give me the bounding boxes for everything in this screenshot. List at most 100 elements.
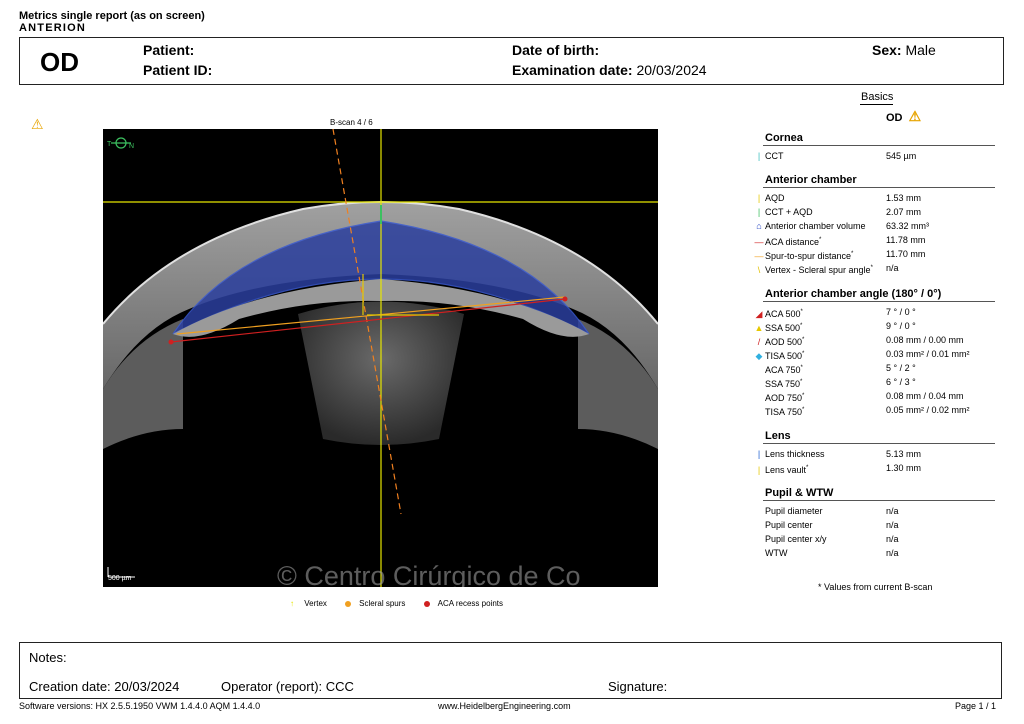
signature-label: Signature: — [608, 679, 668, 694]
metric-value: 0.03 mm² / 0.01 mm² — [886, 349, 970, 359]
bscan-caption: B-scan 4 / 6 — [330, 118, 373, 127]
metric-value: 11.70 mm — [886, 249, 926, 259]
exam-date-field: Examination date: 20/03/2024 — [512, 62, 707, 78]
section-pupil: Pupil & WTW Pupil diameter n/a Pupil center… — [753, 487, 995, 560]
sex-value: Male — [905, 42, 936, 58]
bscan-image[interactable]: T N 500 µm © Centro Cirúrgico de Co — [103, 129, 658, 587]
orientation-n: N — [129, 143, 135, 150]
patient-label: Patient: — [143, 42, 195, 58]
metric-label: WTW — [765, 548, 788, 558]
metric-value: 2.07 mm — [886, 207, 922, 217]
report-title: Metrics single report (as on screen) — [19, 10, 205, 22]
metric-row: ◢ ACA 500* 7 ° / 0 ° — [753, 305, 995, 319]
legend-scleral-spurs: Scleral spurs — [345, 599, 413, 608]
metric-value: n/a — [886, 520, 899, 530]
scan-legend: ↑ Vertex Scleral spurs ACA recess points — [290, 599, 519, 608]
patient-field: Patient: — [143, 42, 194, 58]
metric-marker-icon: | — [757, 151, 761, 161]
asterisk: * — [851, 251, 854, 257]
sex-field: Sex: Male — [872, 42, 936, 58]
dob-label: Date of birth: — [512, 42, 600, 58]
metric-marker-icon: \ — [757, 265, 761, 275]
dob-field: Date of birth: — [512, 42, 599, 58]
legend-vertex: ↑ Vertex — [290, 599, 327, 608]
metric-row: ◆ TISA 500* 0.03 mm² / 0.01 mm² — [753, 347, 995, 361]
metric-value: 5 ° / 2 ° — [886, 363, 916, 373]
metric-value: 1.53 mm — [886, 193, 922, 203]
asterisk: * — [802, 393, 805, 399]
metric-value: 0.08 mm / 0.04 mm — [886, 391, 964, 401]
metric-label: TISA 750* — [765, 407, 805, 417]
website-link[interactable]: www.HeidelbergEngineering.com — [438, 701, 571, 711]
section-title: Cornea — [765, 132, 803, 144]
metric-label: Pupil center — [765, 520, 813, 530]
section-title: Lens — [765, 430, 791, 442]
metric-marker-icon: | — [757, 449, 761, 459]
metric-row: Pupil center x/y n/a — [753, 532, 995, 546]
metric-row: | Lens thickness 5.13 mm — [753, 447, 995, 461]
vertex-icon: ↑ — [290, 599, 294, 608]
metric-marker-icon: | — [757, 465, 761, 475]
section-divider — [763, 301, 995, 302]
notes-label: Notes: — [29, 650, 67, 665]
metric-value: n/a — [886, 263, 899, 273]
section-title: Anterior chamber — [765, 174, 857, 186]
metric-row: TISA 750* 0.05 mm² / 0.02 mm² — [753, 403, 995, 417]
brand-logo: ANTERION — [19, 22, 87, 34]
metric-value: 1.30 mm — [886, 463, 922, 473]
metric-value: n/a — [886, 506, 899, 516]
watermark: © Centro Cirúrgico de Co — [277, 561, 581, 587]
section-divider — [763, 187, 995, 188]
metric-row: WTW n/a — [753, 546, 995, 560]
metric-value: n/a — [886, 534, 899, 544]
metric-marker-icon: | — [757, 207, 761, 217]
section-divider — [763, 500, 995, 501]
asterisk: * — [870, 265, 873, 271]
section-divider — [763, 443, 995, 444]
metric-value: 0.05 mm² / 0.02 mm² — [886, 405, 970, 415]
metric-label: Pupil diameter — [765, 506, 823, 516]
metric-marker-icon: | — [757, 193, 761, 203]
asterisk: * — [800, 365, 803, 371]
basics-tab[interactable]: Basics — [860, 91, 894, 105]
metric-row: | AQD 1.53 mm — [753, 191, 995, 205]
metric-label: Lens thickness — [765, 449, 825, 459]
legend-aca-recess: ACA recess points — [423, 599, 511, 608]
creation-date-value: 20/03/2024 — [114, 679, 180, 694]
patient-id-field: Patient ID: — [143, 62, 212, 78]
metric-value: 6 ° / 3 ° — [886, 377, 916, 387]
patient-id-label: Patient ID: — [143, 62, 213, 78]
section-anterior-chamber: Anterior chamber | AQD 1.53 mm | CCT + AQD 2.0… — [753, 174, 995, 275]
orientation-t: T — [107, 141, 112, 148]
metric-row: ⌂ Anterior chamber volume 63.32 mm³ — [753, 219, 995, 233]
metric-row: ACA 750* 5 ° / 2 ° — [753, 361, 995, 375]
page-number: Page 1 / 1 — [955, 701, 997, 711]
metric-value: 63.32 mm³ — [886, 221, 930, 231]
metric-label: CCT — [765, 151, 784, 161]
operator-value: CCC — [325, 679, 354, 694]
metric-value: 11.78 mm — [886, 235, 926, 245]
section-divider — [763, 145, 995, 146]
exam-date-value: 20/03/2024 — [636, 62, 707, 78]
metric-row: Pupil diameter n/a — [753, 504, 995, 518]
metric-row: | CCT 545 µm — [753, 149, 995, 163]
metric-row: SSA 750* 6 ° / 3 ° — [753, 375, 995, 389]
eye-label: OD — [40, 47, 79, 77]
metric-value: n/a — [886, 548, 899, 558]
operator-field: Operator (report): CCC — [221, 679, 354, 694]
metric-row: ▲ SSA 500* 9 ° / 0 ° — [753, 319, 995, 333]
metric-marker-icon: ⌂ — [756, 221, 762, 231]
creation-date-field: Creation date: 20/03/2024 — [29, 679, 179, 694]
asterisk: * — [800, 379, 803, 385]
metric-label: AQD — [765, 193, 785, 203]
asterisk: * — [806, 465, 809, 471]
metric-value: 0.08 mm / 0.00 mm — [886, 335, 964, 345]
metric-row: \ Vertex - Scleral spur angle* n/a — [753, 261, 995, 275]
metric-row: / AOD 500* 0.08 mm / 0.00 mm — [753, 333, 995, 347]
metric-label: Lens vault* — [765, 465, 809, 475]
asterisk: * — [802, 337, 805, 343]
metric-row: | Lens vault* 1.30 mm — [753, 461, 995, 475]
basics-eye: OD — [886, 112, 903, 124]
section-chamber-angle: Anterior chamber angle (180° / 0°) ◢ ACA 5… — [753, 288, 995, 417]
creation-date-label: Creation date: — [29, 679, 111, 694]
